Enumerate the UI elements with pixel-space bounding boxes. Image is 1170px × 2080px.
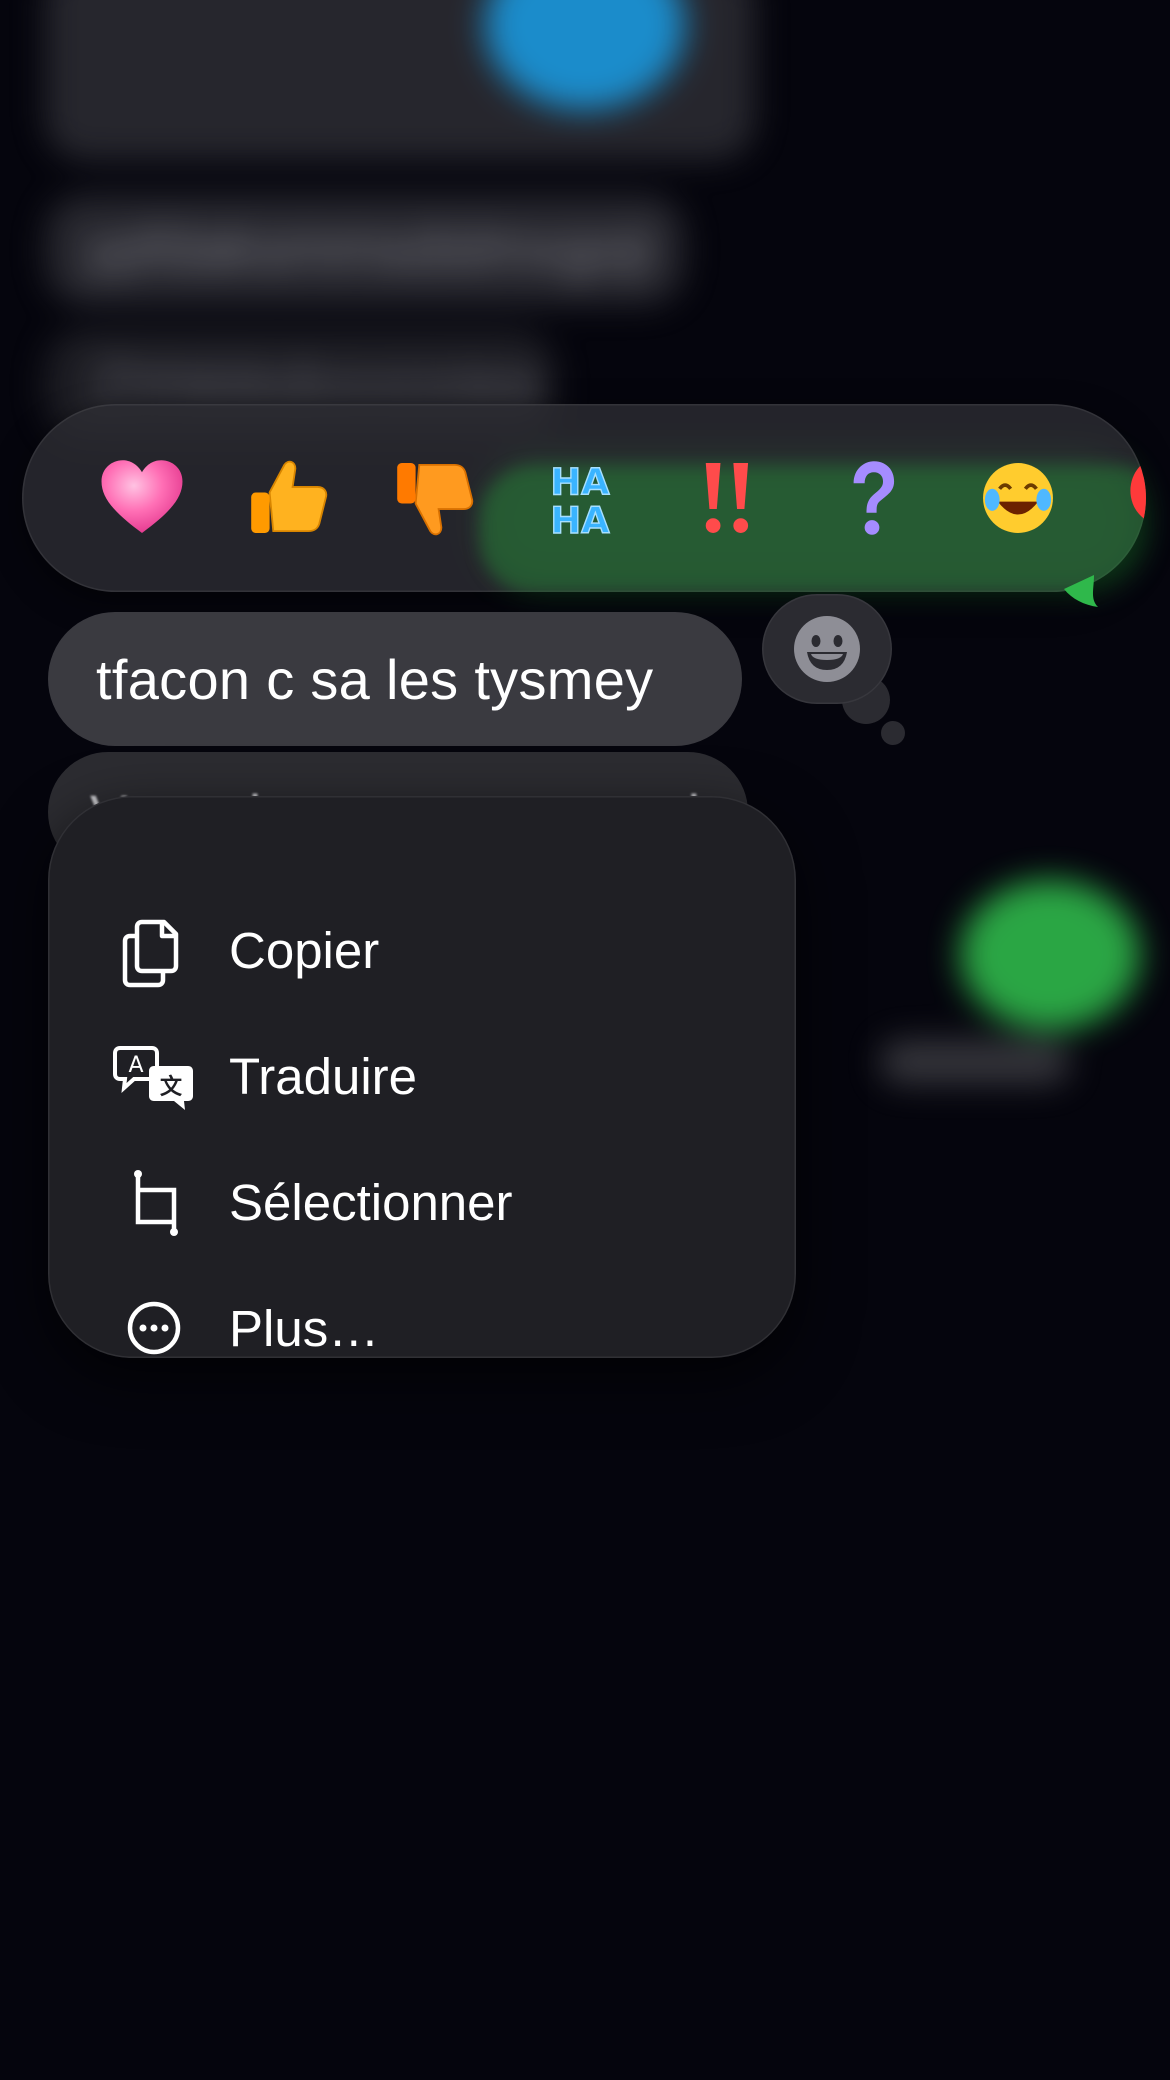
selected-message-bubble[interactable]: tfacon c sa les tysmey — [48, 612, 742, 746]
blurred-text: ypfdaksmmsdslmxgoji — [85, 216, 653, 281]
svg-text:A: A — [128, 1053, 143, 1078]
thumbs-down-reaction[interactable] — [384, 448, 484, 548]
translate-icon: A 文 — [112, 1034, 196, 1118]
menu-item-label: Traduire — [229, 1047, 418, 1105]
question-reaction[interactable] — [822, 448, 922, 548]
menu-item-label: Copier — [229, 921, 380, 979]
balloon-reaction[interactable] — [1108, 448, 1146, 548]
thought-dot — [881, 721, 905, 745]
haha-icon: HA HA — [550, 460, 611, 543]
smiley-plus-icon — [794, 616, 860, 682]
menu-item-copy[interactable]: Copier — [48, 887, 796, 1013]
blurred-green-bubble — [960, 880, 1140, 1030]
svg-text:HA: HA — [550, 499, 610, 542]
laughing-reaction[interactable] — [968, 448, 1068, 548]
context-menu: Copier A 文 Traduire Sélectionner Plus… — [48, 796, 796, 1358]
thumbs-up-icon — [251, 460, 328, 533]
menu-item-label: Sélectionner — [229, 1173, 513, 1231]
question-icon — [853, 461, 895, 535]
menu-item-more[interactable]: Plus… — [48, 1265, 796, 1391]
crop-select-icon — [112, 1160, 196, 1244]
more-icon — [112, 1286, 196, 1370]
thumbs-down-icon — [397, 463, 474, 536]
add-emoji-reaction-button[interactable] — [762, 594, 892, 704]
menu-item-select[interactable]: Sélectionner — [48, 1139, 796, 1265]
green-bubble-tail — [1064, 575, 1098, 607]
svg-text:文: 文 — [160, 1074, 183, 1100]
heart-reaction[interactable] — [92, 448, 192, 548]
heart-icon — [101, 460, 183, 533]
exclamation-reaction[interactable] — [676, 448, 776, 548]
menu-item-translate[interactable]: A 文 Traduire — [48, 1013, 796, 1139]
double-exclamation-icon — [705, 463, 749, 533]
thumbs-up-reaction[interactable] — [238, 448, 338, 548]
tapback-reaction-bar: HA HA — [22, 404, 1146, 592]
blurred-timestamp — [880, 1040, 1070, 1084]
menu-item-label: Plus… — [229, 1299, 380, 1357]
copy-icon — [112, 908, 196, 992]
laughing-emoji-icon — [983, 463, 1053, 533]
balloon-icon — [1130, 461, 1146, 520]
svg-text:HA: HA — [550, 460, 610, 503]
haha-reaction[interactable]: HA HA — [530, 448, 630, 548]
